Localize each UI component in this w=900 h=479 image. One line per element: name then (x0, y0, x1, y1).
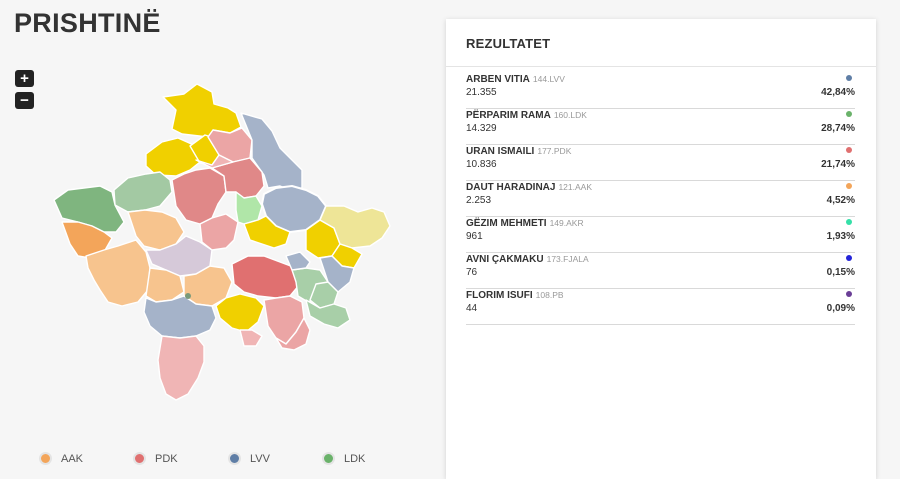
candidate-percent: 21,74% (821, 159, 855, 170)
candidate-name: ARBEN VITIA (466, 74, 530, 85)
party-color-dot (846, 291, 852, 297)
municipality-map (40, 82, 405, 407)
legend-item-pdk[interactable]: PDK (133, 452, 178, 465)
candidate-votes: 21.355 (466, 87, 497, 98)
candidate-name: URAN ISMAILI (466, 146, 535, 157)
candidate-row[interactable]: PËRPARIM RAMA 160.LDK 14.329 28,74% (466, 109, 855, 145)
region-shtime[interactable] (215, 293, 265, 333)
candidate-percent: 4,52% (826, 195, 855, 206)
legend-label: LDK (344, 452, 366, 465)
candidate-list-code: 121.AAK (558, 182, 593, 192)
party-color-dot (846, 147, 852, 153)
candidate-list-code: 144.LVV (532, 74, 565, 84)
candidate-percent: 28,74% (821, 123, 855, 134)
candidate-name: FLORIM ISUFI (466, 290, 533, 301)
candidate-row[interactable]: GËZIM MEHMETI 149.AKR 961 1,93% (466, 217, 855, 253)
page-title: PRISHTINË (14, 8, 161, 38)
region-dragash[interactable] (157, 335, 205, 401)
party-color-dot (846, 111, 852, 117)
mamusha-marker (185, 293, 191, 299)
legend-dot (39, 452, 52, 465)
candidate-list-code: 160.LDK (553, 110, 587, 120)
legend-item-ldk[interactable]: LDK (322, 452, 365, 465)
candidate-list-code: 173.FJALA (546, 254, 589, 264)
candidate-row[interactable]: DAUT HARADINAJ 121.AAK 2.253 4,52% (466, 181, 855, 217)
party-color-dot (846, 255, 852, 261)
candidate-row[interactable]: FLORIM ISUFI 108.PB 44 0,09% (466, 289, 855, 325)
legend-dot (133, 452, 146, 465)
candidate-name: PËRPARIM RAMA (466, 110, 551, 121)
results-panel: REZULTATET ARBEN VITIA 144.LVV 21.355 42,… (446, 19, 876, 479)
legend-label: LVV (250, 452, 270, 465)
legend-label: PDK (155, 452, 178, 465)
zoom-in-button[interactable]: + (15, 70, 34, 87)
legend-label: AAK (61, 452, 84, 465)
results-divider (446, 66, 876, 67)
candidate-list-code: 149.AKR (549, 218, 584, 228)
candidate-row[interactable]: AVNI ÇAKMAKU 173.FJALA 76 0,15% (466, 253, 855, 289)
results-title: REZULTATET (466, 36, 551, 51)
region-istog[interactable] (113, 171, 173, 213)
candidate-votes: 44 (466, 303, 478, 314)
candidate-percent: 0,09% (826, 303, 855, 314)
candidate-percent: 1,93% (826, 231, 855, 242)
legend: AAK PDK LVV LDK (0, 452, 430, 468)
candidate-name: AVNI ÇAKMAKU (466, 254, 544, 265)
municipality-regions (53, 83, 391, 401)
candidate-name: DAUT HARADINAJ (466, 182, 556, 193)
candidate-list-code: 108.PB (535, 290, 564, 300)
region-leposavic[interactable] (162, 83, 242, 138)
candidate-votes: 2.253 (466, 195, 492, 206)
legend-item-lvv[interactable]: LVV (228, 452, 270, 465)
candidate-name: GËZIM MEHMETI (466, 218, 547, 229)
zoom-out-button[interactable]: − (15, 92, 34, 109)
candidate-votes: 76 (466, 267, 478, 278)
candidate-votes: 10.836 (466, 159, 497, 170)
candidate-votes: 14.329 (466, 123, 497, 134)
legend-item-aak[interactable]: AAK (39, 452, 83, 465)
candidate-percent: 42,84% (821, 87, 855, 98)
region-zubin-potok[interactable] (145, 137, 201, 177)
party-color-dot (846, 75, 852, 81)
candidate-row[interactable]: ARBEN VITIA 144.LVV 21.355 42,84% (466, 73, 855, 109)
candidate-list-code: 177.PDK (537, 146, 572, 156)
party-color-dot (846, 183, 852, 189)
party-color-dot (846, 219, 852, 225)
candidate-percent: 0,15% (826, 267, 855, 278)
legend-dot (322, 452, 335, 465)
results-list: ARBEN VITIA 144.LVV 21.355 42,84% PËRPARI… (466, 73, 855, 325)
candidate-row[interactable]: URAN ISMAILI 177.PDK 10.836 21,74% (466, 145, 855, 181)
candidate-votes: 961 (466, 231, 483, 242)
region-hani-elezit[interactable] (239, 329, 263, 347)
legend-dot (228, 452, 241, 465)
